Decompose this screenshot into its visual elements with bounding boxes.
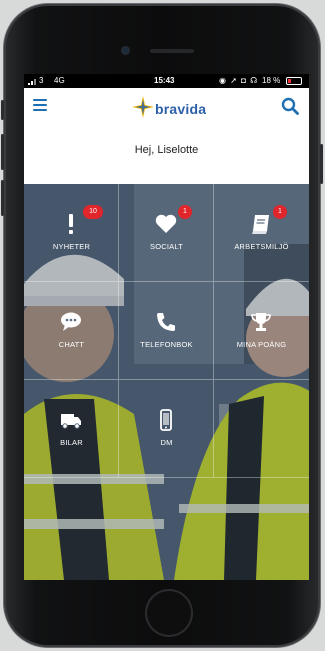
network-type: 4G <box>54 76 65 85</box>
tile-chatt[interactable]: CHATT <box>24 282 119 380</box>
book-icon <box>252 215 269 234</box>
tile-label: SOCIALT <box>150 242 183 251</box>
tile-mina-poang[interactable]: MINA POÄNG <box>214 282 309 380</box>
trophy-icon <box>251 313 271 331</box>
tile-label: ARBETSMILJÖ <box>234 242 289 251</box>
tile-arbetsmiljo[interactable]: 1 ARBETSMILJÖ <box>214 184 309 282</box>
tile-label: TELEFONBOK <box>140 340 193 349</box>
home-button[interactable] <box>147 591 191 635</box>
notification-badge: 1 <box>178 205 192 219</box>
truck-icon <box>61 414 81 429</box>
tile-empty <box>214 380 309 478</box>
bravida-logo: bravida <box>132 94 212 122</box>
signal-strength: 3 <box>39 76 44 85</box>
tile-nyheter[interactable]: 10 NYHETER <box>24 184 119 282</box>
battery-icon <box>286 77 302 85</box>
mobile-icon <box>160 409 172 431</box>
hero-photo-grid: 10 NYHETER 1 SOCIALT 1 ARBETSMILJÖ CHATT <box>24 184 309 580</box>
tile-label: DM <box>160 438 173 447</box>
front-camera <box>122 47 129 54</box>
logo-text: bravida <box>155 101 207 117</box>
greeting-bar: Hej, Liselotte <box>24 128 309 184</box>
signal-icon <box>28 77 38 87</box>
notification-badge: 1 <box>273 205 287 219</box>
tile-label: BILAR <box>60 438 83 447</box>
battery-percent: 18 % <box>262 76 281 85</box>
app-screen: 3 4G 15:43 ◉ ➚ ◘ ☊ 18 % bravida Hej, Lis… <box>24 74 309 580</box>
app-header: bravida <box>24 88 309 128</box>
notification-badge: 10 <box>83 205 103 219</box>
volume-up-button <box>1 134 4 170</box>
tile-label: NYHETER <box>52 242 91 251</box>
tile-socialt[interactable]: 1 SOCIALT <box>119 184 214 282</box>
chat-icon <box>61 312 81 331</box>
tile-telefonbok[interactable]: TELEFONBOK <box>119 282 214 380</box>
power-button <box>320 144 323 184</box>
tile-bilar[interactable]: BILAR <box>24 380 119 478</box>
silent-switch <box>1 100 4 120</box>
tile-label: MINA POÄNG <box>236 340 287 349</box>
search-icon[interactable] <box>281 97 299 115</box>
greeting-text: Hej, Liselotte <box>134 144 199 156</box>
volume-down-button <box>1 180 4 216</box>
clock: 15:43 <box>154 76 175 85</box>
exclamation-icon <box>69 214 73 234</box>
menu-icon[interactable] <box>33 98 49 112</box>
status-icons: ◉ ➚ ◘ ☊ <box>219 76 259 85</box>
logo-star-icon <box>132 96 154 118</box>
phone-icon <box>157 313 175 331</box>
tile-dm[interactable]: DM <box>119 380 214 478</box>
earpiece-speaker <box>150 49 194 53</box>
heart-icon <box>155 214 177 233</box>
tile-label: CHATT <box>58 340 85 349</box>
status-bar: 3 4G 15:43 ◉ ➚ ◘ ☊ 18 % <box>24 74 309 88</box>
